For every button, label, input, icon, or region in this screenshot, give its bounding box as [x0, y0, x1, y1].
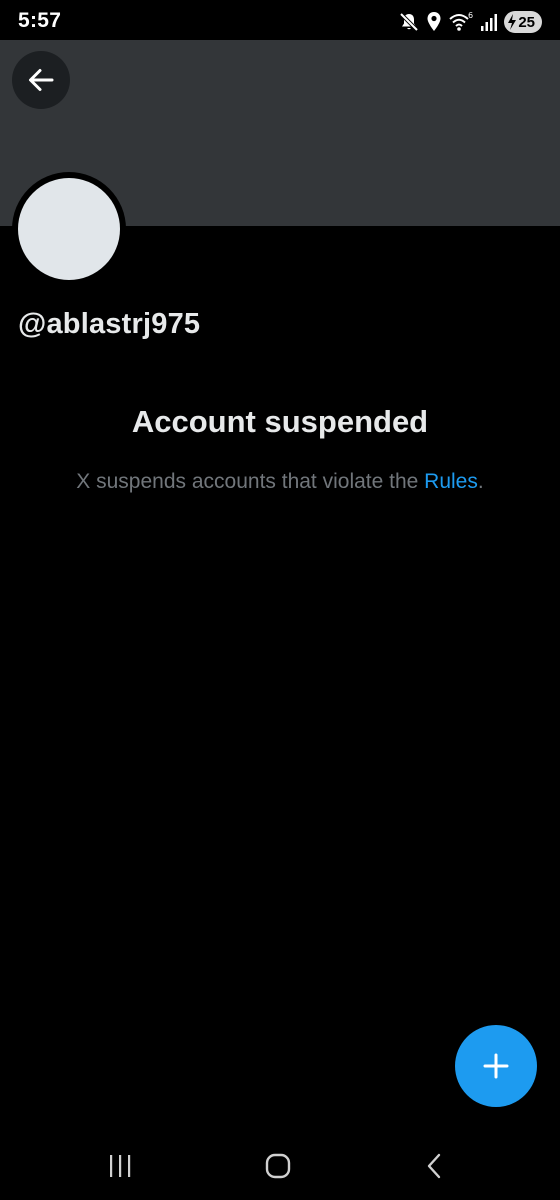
nav-back-button[interactable] — [404, 1150, 464, 1182]
location-icon — [426, 11, 442, 33]
compose-button[interactable] — [455, 1025, 537, 1107]
back-button[interactable] — [12, 51, 70, 109]
suspended-description: X suspends accounts that violate the Rul… — [0, 470, 560, 494]
home-icon — [265, 1153, 291, 1179]
suspended-description-suffix: . — [477, 470, 484, 493]
home-button[interactable] — [248, 1150, 308, 1182]
app-screen: 5:57 6 25 @ablastrj975 Account suspended… — [0, 0, 560, 1200]
battery-indicator: 25 — [504, 11, 542, 33]
battery-icon — [507, 14, 517, 30]
suspended-title: Account suspended — [131, 404, 429, 439]
status-time: 5:57 — [18, 9, 62, 32]
arrow-left-icon — [29, 69, 54, 91]
wifi-icon: 6 — [448, 11, 474, 33]
avatar[interactable] — [18, 178, 120, 280]
profile-handle: @ablastrj975 — [18, 308, 201, 340]
rules-link[interactable]: Rules — [424, 470, 478, 493]
recent-apps-button[interactable] — [90, 1150, 150, 1182]
battery-level: 25 — [518, 13, 535, 31]
recent-apps-icon — [110, 1155, 131, 1177]
system-nav-bar — [0, 1130, 560, 1200]
plus-icon — [483, 1053, 509, 1079]
svg-text:6: 6 — [468, 11, 473, 20]
back-icon — [427, 1153, 441, 1179]
signal-icon — [480, 12, 498, 32]
status-icons: 6 25 — [398, 9, 542, 35]
mute-icon — [398, 11, 420, 33]
suspended-description-text: X suspends accounts that violate the — [76, 470, 425, 493]
status-bar: 5:57 6 25 — [0, 0, 560, 40]
